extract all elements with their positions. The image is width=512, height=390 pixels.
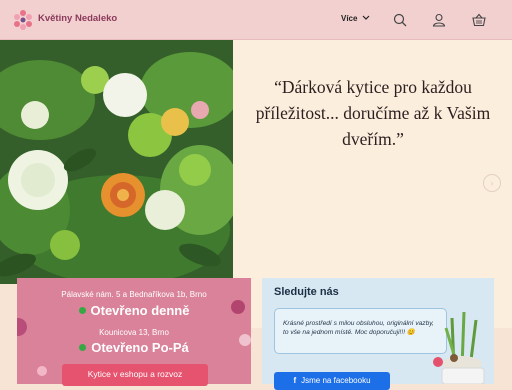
store2-address: Kounicova 13, Brno xyxy=(99,328,169,337)
bouquet-illustration xyxy=(0,40,233,284)
brand-name[interactable]: Květiny Nedaleko xyxy=(38,13,117,24)
store2-status: Otevřeno Po-Pá xyxy=(17,340,251,355)
store1-address: Pálavské nám. 5 a Bednaříkova 1b, Brno xyxy=(61,290,207,299)
store1-status: Otevřeno denně xyxy=(17,303,251,318)
petal-decoration xyxy=(37,366,47,376)
more-menu[interactable]: Více xyxy=(341,14,370,23)
logo-icon[interactable] xyxy=(12,9,34,31)
hero-quote: “Dárková kytice pro každou příležitost..… xyxy=(255,77,491,149)
store2-status-text: Otevřeno Po-Pá xyxy=(91,340,189,355)
review-quote: Krásné prostředí s milou obsluhou, origi… xyxy=(274,308,447,354)
search-icon[interactable] xyxy=(393,13,407,27)
basket-icon[interactable] xyxy=(472,13,486,27)
plant-pot-photo xyxy=(433,311,485,384)
more-menu-label: Více xyxy=(341,14,358,23)
site-header: Květiny Nedaleko Více xyxy=(0,0,512,40)
facebook-button[interactable]: f Jsme na facebooku xyxy=(274,372,390,390)
social-title: Sledujte nás xyxy=(274,286,339,298)
chevron-down-icon xyxy=(362,15,370,20)
store1-status-text: Otevřeno denně xyxy=(90,303,190,318)
chevron-right-icon[interactable]: › xyxy=(483,174,501,192)
social-card: Sledujte nás Krásné prostředí s milou ob… xyxy=(262,278,494,384)
user-icon[interactable] xyxy=(432,13,446,27)
open-indicator-icon xyxy=(79,344,87,351)
open-indicator-icon xyxy=(78,307,86,314)
eshop-button[interactable]: Kytice v eshopu a rozvoz xyxy=(62,364,208,386)
bouquet-photo xyxy=(0,40,233,284)
